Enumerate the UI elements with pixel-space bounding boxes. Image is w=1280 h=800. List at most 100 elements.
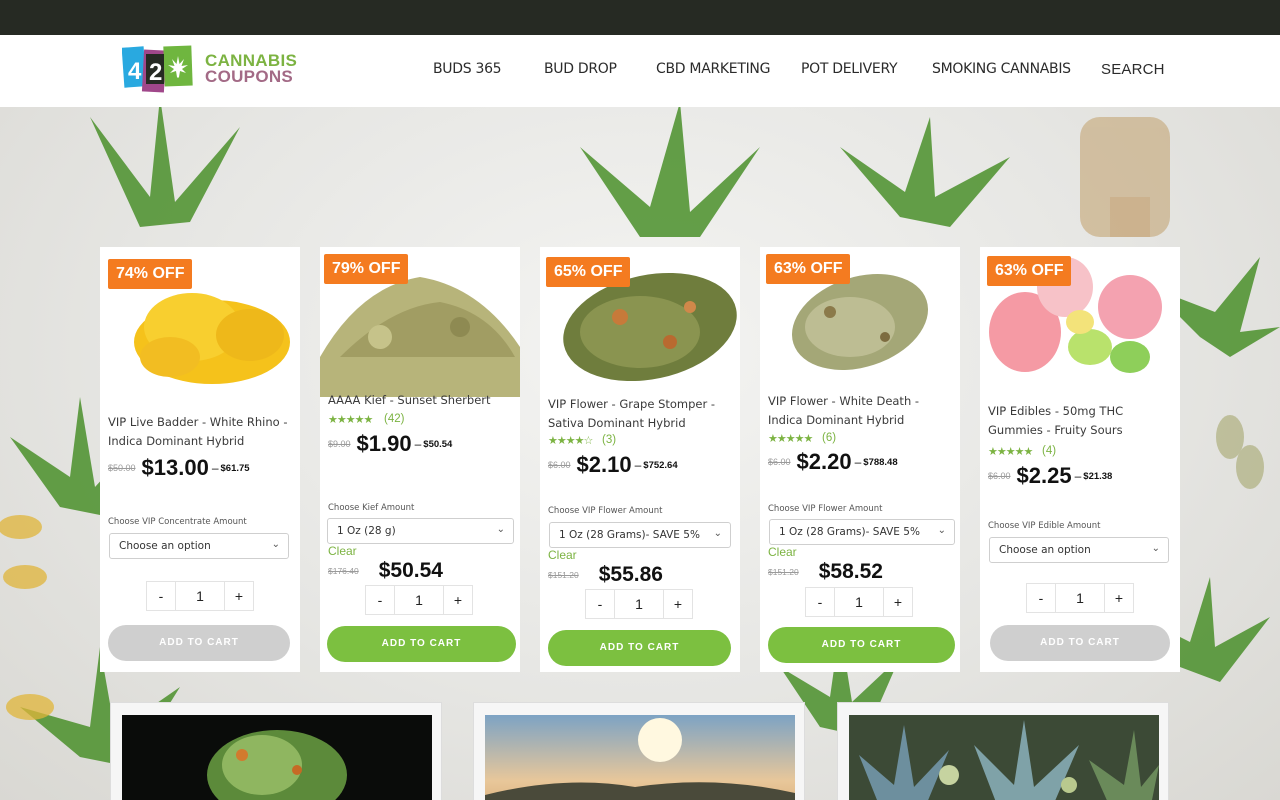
chevron-down-icon: ⌄: [1151, 543, 1160, 554]
price-dash: –: [634, 458, 642, 472]
product-title[interactable]: VIP Flower - White Death - Indica Domina…: [768, 392, 954, 430]
cannabis-plants-image: [849, 715, 1159, 800]
price-dash: –: [1074, 469, 1082, 483]
quantity-input[interactable]: 1: [1055, 583, 1105, 613]
nav-buds-365[interactable]: BUDS 365: [433, 61, 502, 77]
max-price: $788.48: [863, 456, 898, 468]
quantity-input[interactable]: 1: [175, 581, 225, 611]
logo-2: 2: [149, 59, 162, 86]
product-title[interactable]: VIP Flower - Grape Stomper - Sativa Domi…: [548, 395, 734, 433]
nav-cbd-marketing[interactable]: CBD MARKETING: [656, 61, 770, 77]
article-card[interactable]: [837, 702, 1169, 800]
nav-pot-delivery[interactable]: POT DELIVERY: [801, 61, 898, 77]
product-title[interactable]: VIP Edibles - 50mg THC Gummies - Fruity …: [988, 402, 1174, 440]
variation-price: $176.40 $50.54: [328, 559, 443, 583]
variation-sale-price: $58.52: [818, 560, 883, 583]
product-card: 74% OFF VIP Live Badder - White Rhino - …: [100, 247, 300, 672]
quantity-decrease-button[interactable]: -: [805, 587, 835, 617]
add-to-cart-button[interactable]: ADD TO CART: [327, 626, 516, 662]
rating-count[interactable]: (6): [822, 432, 836, 444]
quantity-input[interactable]: 1: [834, 587, 884, 617]
article-card[interactable]: [110, 702, 442, 800]
discount-badge: 74% OFF: [108, 259, 193, 289]
clear-selection-link[interactable]: Clear: [768, 545, 797, 559]
max-price: $21.38: [1083, 470, 1113, 482]
quantity-decrease-button[interactable]: -: [365, 585, 395, 615]
price-dash: –: [854, 455, 862, 469]
quantity-increase-button[interactable]: +: [1104, 583, 1134, 613]
regular-price: $6.00: [988, 471, 1011, 481]
option-select[interactable]: 1 Oz (28 Grams)- SAVE 5% ⌄: [549, 522, 731, 548]
nav-search[interactable]: SEARCH: [1101, 61, 1165, 78]
regular-price: $9.00: [328, 439, 351, 449]
quantity-stepper: - 1 +: [585, 589, 695, 619]
clear-selection-link[interactable]: Clear: [548, 548, 577, 562]
product-card: 63% OFF VIP Flower - White Death - Indic…: [760, 247, 960, 672]
quantity-decrease-button[interactable]: -: [146, 581, 176, 611]
select-value: Choose an option: [119, 540, 211, 552]
quantity-increase-button[interactable]: +: [224, 581, 254, 611]
logo-text-bottom: COUPONS: [205, 67, 294, 86]
quantity-stepper: - 1 +: [146, 581, 256, 611]
quantity-stepper: - 1 +: [1026, 583, 1136, 613]
sunset-field-image: [485, 715, 795, 800]
nav-bud-drop[interactable]: BUD DROP: [544, 61, 617, 77]
select-value: 1 Oz (28 g): [337, 525, 396, 537]
article-image[interactable]: [485, 715, 795, 800]
max-price: $61.75: [220, 462, 250, 474]
quantity-increase-button[interactable]: +: [443, 585, 473, 615]
quantity-decrease-button[interactable]: -: [1026, 583, 1056, 613]
article-image[interactable]: [122, 715, 432, 800]
sale-price: $13.00: [141, 455, 209, 480]
top-bar: [0, 0, 1280, 35]
article-image[interactable]: [849, 715, 1159, 800]
article-card[interactable]: [473, 702, 805, 800]
max-price: $752.64: [643, 459, 678, 471]
site-logo[interactable]: 4 2 CANNABIS COUPONS: [121, 44, 302, 96]
add-to-cart-button[interactable]: ADD TO CART: [990, 625, 1170, 661]
option-label: Choose VIP Edible Amount: [988, 521, 1101, 531]
chevron-down-icon: ⌄: [271, 539, 280, 550]
regular-price: $6.00: [548, 460, 571, 470]
quantity-increase-button[interactable]: +: [883, 587, 913, 617]
product-title[interactable]: VIP Live Badder - White Rhino - Indica D…: [108, 413, 294, 451]
option-select[interactable]: Choose an option ⌄: [989, 537, 1169, 563]
rating-stars-icon: ★★★★☆: [548, 435, 593, 447]
site-header: 4 2 CANNABIS COUPONS BUDS 365 BUD DROP C…: [0, 35, 1280, 107]
max-price: $50.54: [423, 438, 453, 450]
add-to-cart-button[interactable]: ADD TO CART: [108, 625, 290, 661]
quantity-stepper: - 1 +: [365, 585, 475, 615]
option-select[interactable]: 1 Oz (28 Grams)- SAVE 5% ⌄: [769, 519, 955, 545]
quantity-decrease-button[interactable]: -: [585, 589, 615, 619]
chevron-down-icon: ⌄: [713, 528, 722, 539]
price-range: $9.00 $1.90– $50.54: [328, 431, 452, 457]
quantity-input[interactable]: 1: [394, 585, 444, 615]
discount-badge: 63% OFF: [987, 256, 1072, 286]
select-value: 1 Oz (28 Grams)- SAVE 5%: [559, 529, 700, 541]
logo-badge-icon: 4 2: [121, 45, 193, 93]
variation-price: $151.20 $58.52: [768, 560, 883, 584]
rating-count[interactable]: (42): [384, 413, 404, 425]
quantity-increase-button[interactable]: +: [663, 589, 693, 619]
add-to-cart-button[interactable]: ADD TO CART: [768, 627, 955, 663]
product-title[interactable]: AAAA Kief - Sunset Sherbert: [328, 391, 514, 410]
rating-count[interactable]: (3): [602, 434, 616, 446]
clear-selection-link[interactable]: Clear: [328, 544, 357, 558]
sale-price: $2.10: [576, 452, 632, 477]
option-select[interactable]: Choose an option ⌄: [109, 533, 289, 559]
logo-4: 4: [128, 58, 142, 85]
product-card: 65% OFF VIP Flower - Grape Stomper - Sat…: [540, 247, 740, 672]
bud-closeup-image: [122, 715, 432, 800]
regular-price: $50.00: [108, 463, 136, 473]
quantity-stepper: - 1 +: [805, 587, 915, 617]
variation-price: $151.20 $55.86: [548, 563, 663, 587]
quantity-input[interactable]: 1: [614, 589, 664, 619]
price-range: $50.00 $13.00– $61.75: [108, 455, 250, 481]
price-dash: –: [414, 437, 422, 451]
select-value: 1 Oz (28 Grams)- SAVE 5%: [779, 526, 920, 538]
option-select[interactable]: 1 Oz (28 g) ⌄: [327, 518, 514, 544]
nav-smoking-cannabis[interactable]: SMOKING CANNABIS: [932, 61, 1071, 77]
rating-count[interactable]: (4): [1042, 445, 1056, 457]
product-card: 63% OFF VIP Edibles - 50mg THC Gummies -…: [980, 247, 1180, 672]
add-to-cart-button[interactable]: ADD TO CART: [548, 630, 731, 666]
